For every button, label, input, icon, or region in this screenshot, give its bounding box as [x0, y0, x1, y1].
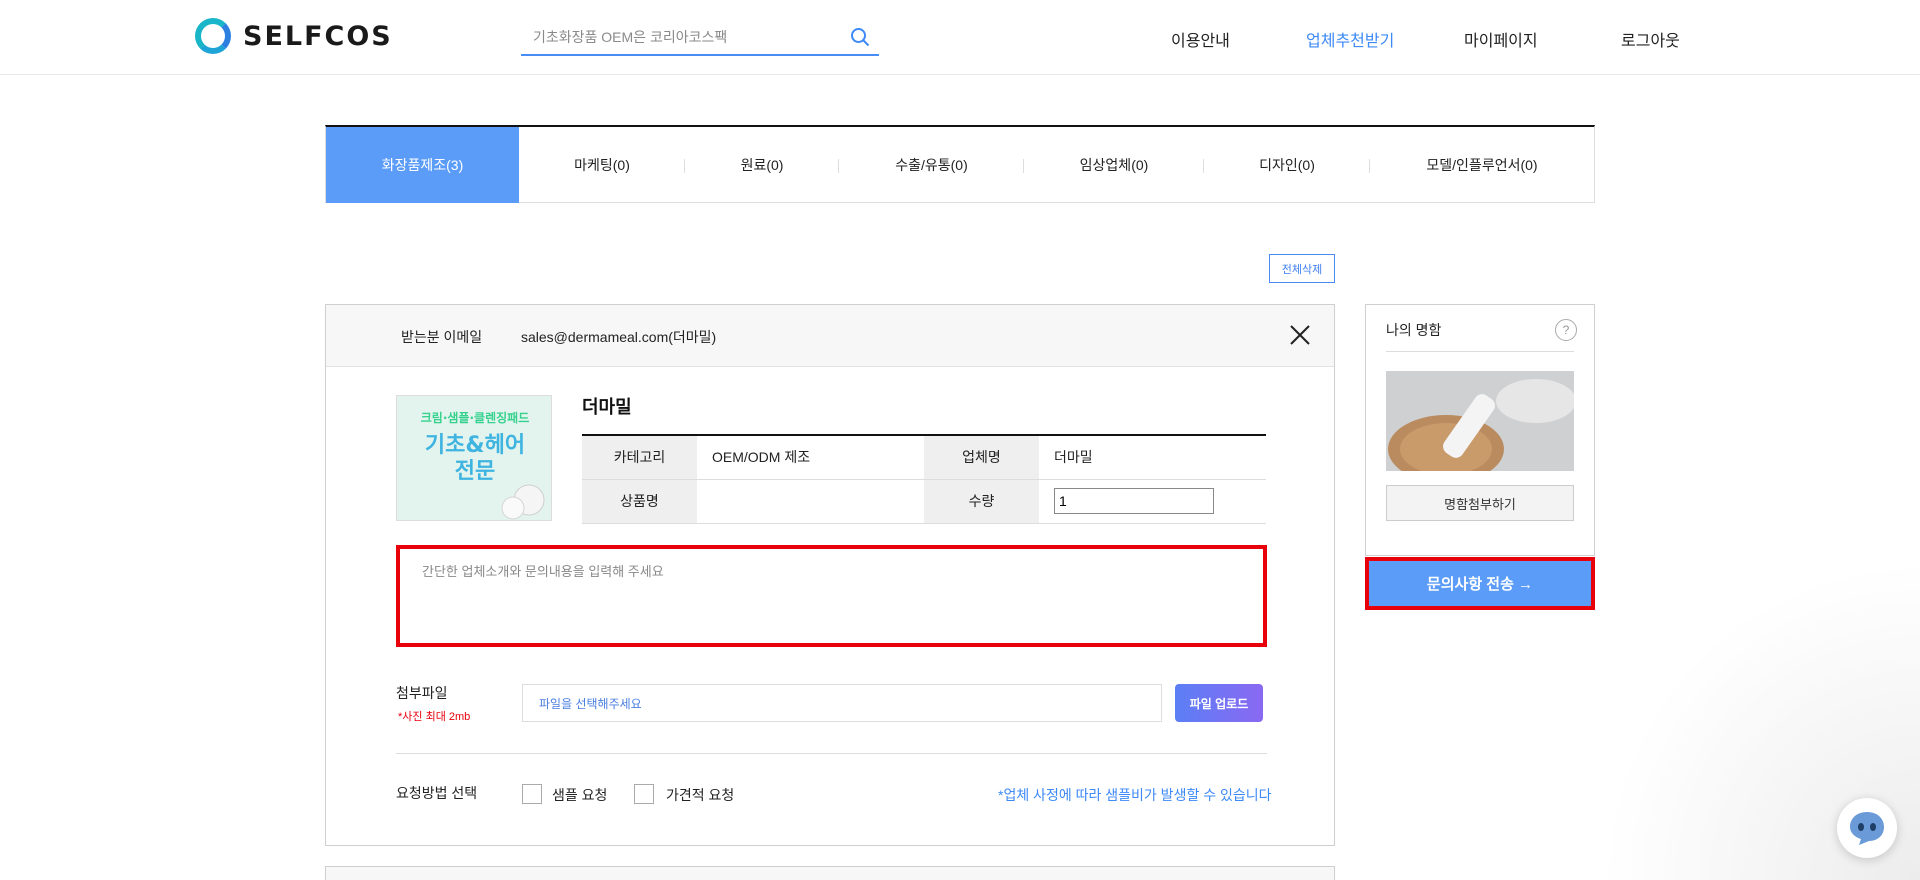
file-upload-button[interactable]: 파일 업로드	[1175, 684, 1263, 722]
nav-guide[interactable]: 이용안내	[1171, 27, 1230, 51]
tab-clinical[interactable]: 임상업체(0)	[1024, 127, 1204, 203]
category-value: OEM/ODM 제조	[697, 435, 924, 480]
message-textarea[interactable]	[400, 549, 1263, 643]
request-method-label: 요청방법 선택	[396, 785, 478, 801]
sample-request-checkbox[interactable]	[522, 784, 542, 804]
business-card-photo	[1386, 371, 1574, 471]
help-icon[interactable]: ?	[1555, 319, 1577, 341]
attach-label: 첨부파일	[396, 685, 448, 701]
divider	[396, 753, 1267, 754]
company-title: 더마밀	[582, 397, 632, 417]
tab-label: 원료(0)	[740, 157, 784, 173]
tab-label: 마케팅(0)	[574, 157, 630, 173]
business-card-image	[1386, 371, 1574, 471]
search-input[interactable]	[521, 22, 841, 52]
search-icon[interactable]	[849, 26, 871, 48]
thumb-text-2: 기초&헤어	[425, 433, 525, 458]
file-select-field[interactable]: 파일을 선택해주세요	[522, 684, 1162, 722]
chat-button[interactable]	[1837, 798, 1897, 858]
logo-ring-icon	[195, 18, 231, 54]
table-row: 상품명 수량	[582, 479, 1266, 524]
thumb-text-1: 크림·샘플·클렌징패드	[421, 410, 529, 425]
category-tabs: 화장품제조(3) 마케팅(0) 원료(0) 수출/유통(0) 임상업체(0) 디…	[325, 125, 1595, 203]
next-inquiry-card	[325, 866, 1335, 880]
company-label: 업체명	[924, 435, 1039, 480]
tab-label: 화장품제조(3)	[381, 157, 464, 173]
nav-recommend[interactable]: 업체추천받기	[1306, 27, 1394, 51]
tab-label: 디자인(0)	[1259, 157, 1315, 173]
send-inquiry-button[interactable]: 문의사항 전송 →	[1365, 557, 1595, 610]
tab-design[interactable]: 디자인(0)	[1204, 127, 1370, 203]
company-value: 더마밀	[1039, 435, 1266, 480]
quote-request-checkbox[interactable]	[634, 784, 654, 804]
tab-export[interactable]: 수출/유통(0)	[839, 127, 1024, 203]
business-card-title: 나의 명함	[1386, 322, 1442, 338]
thumb-text-3: 전문	[455, 459, 495, 484]
sample-fee-note: *업체 사정에 따라 샘플비가 발생할 수 있습니다	[998, 787, 1272, 803]
search-bar	[521, 22, 879, 56]
logo-text: SELFCOS	[243, 20, 393, 52]
thumbnail-image: 크림·샘플·클렌징패드 기초&헤어 전문	[397, 396, 551, 520]
card-header: 받는분 이메일 sales@dermameal.com(더마밀)	[326, 305, 1334, 367]
product-value	[697, 479, 924, 524]
quantity-input[interactable]	[1054, 488, 1214, 514]
nav-mypage[interactable]: 마이페이지	[1464, 27, 1538, 51]
quantity-cell	[1039, 479, 1266, 524]
sample-request-label[interactable]: 샘플 요청	[552, 785, 607, 805]
tab-cosmetics[interactable]: 화장품제조(3)	[326, 127, 519, 203]
nav-logout[interactable]: 로그아웃	[1621, 27, 1680, 51]
tab-ingredients[interactable]: 원료(0)	[685, 127, 839, 203]
company-info-table: 카테고리 OEM/ODM 제조 업체명 더마밀 상품명 수량	[582, 434, 1266, 524]
divider	[1386, 351, 1574, 352]
tab-label: 모델/인플루언서(0)	[1426, 157, 1538, 173]
tab-marketing[interactable]: 마케팅(0)	[519, 127, 685, 203]
business-card-panel: 나의 명함 ? 명함첨부하기	[1365, 304, 1595, 556]
quote-request-label[interactable]: 가견적 요청	[666, 785, 734, 805]
table-row: 카테고리 OEM/ODM 제조 업체명 더마밀	[582, 435, 1266, 480]
company-thumbnail: 크림·샘플·클렌징패드 기초&헤어 전문	[396, 395, 552, 521]
message-box-highlight	[396, 545, 1267, 647]
recipient-email: sales@dermameal.com(더마밀)	[521, 329, 717, 345]
tab-model[interactable]: 모델/인플루언서(0)	[1370, 127, 1594, 203]
close-icon[interactable]	[1287, 322, 1313, 348]
logo[interactable]: SELFCOS	[195, 18, 393, 54]
category-label: 카테고리	[582, 435, 697, 480]
site-header: SELFCOS 이용안내 업체추천받기 마이페이지 로그아웃	[0, 0, 1920, 75]
attach-business-card-button[interactable]: 명함첨부하기	[1386, 485, 1574, 521]
tab-label: 수출/유통(0)	[895, 157, 968, 173]
attach-size-note: *사진 최대 2mb	[398, 711, 471, 723]
product-label: 상품명	[582, 479, 697, 524]
inquiry-card: 받는분 이메일 sales@dermameal.com(더마밀) 크림·샘플·클…	[325, 304, 1335, 846]
delete-all-button[interactable]: 전체삭제	[1269, 254, 1335, 283]
quantity-label: 수량	[924, 479, 1039, 524]
tab-label: 임상업체(0)	[1079, 157, 1149, 173]
chat-bot-icon	[1850, 812, 1884, 845]
file-placeholder: 파일을 선택해주세요	[539, 696, 642, 711]
recipient-label: 받는분 이메일	[401, 329, 483, 345]
